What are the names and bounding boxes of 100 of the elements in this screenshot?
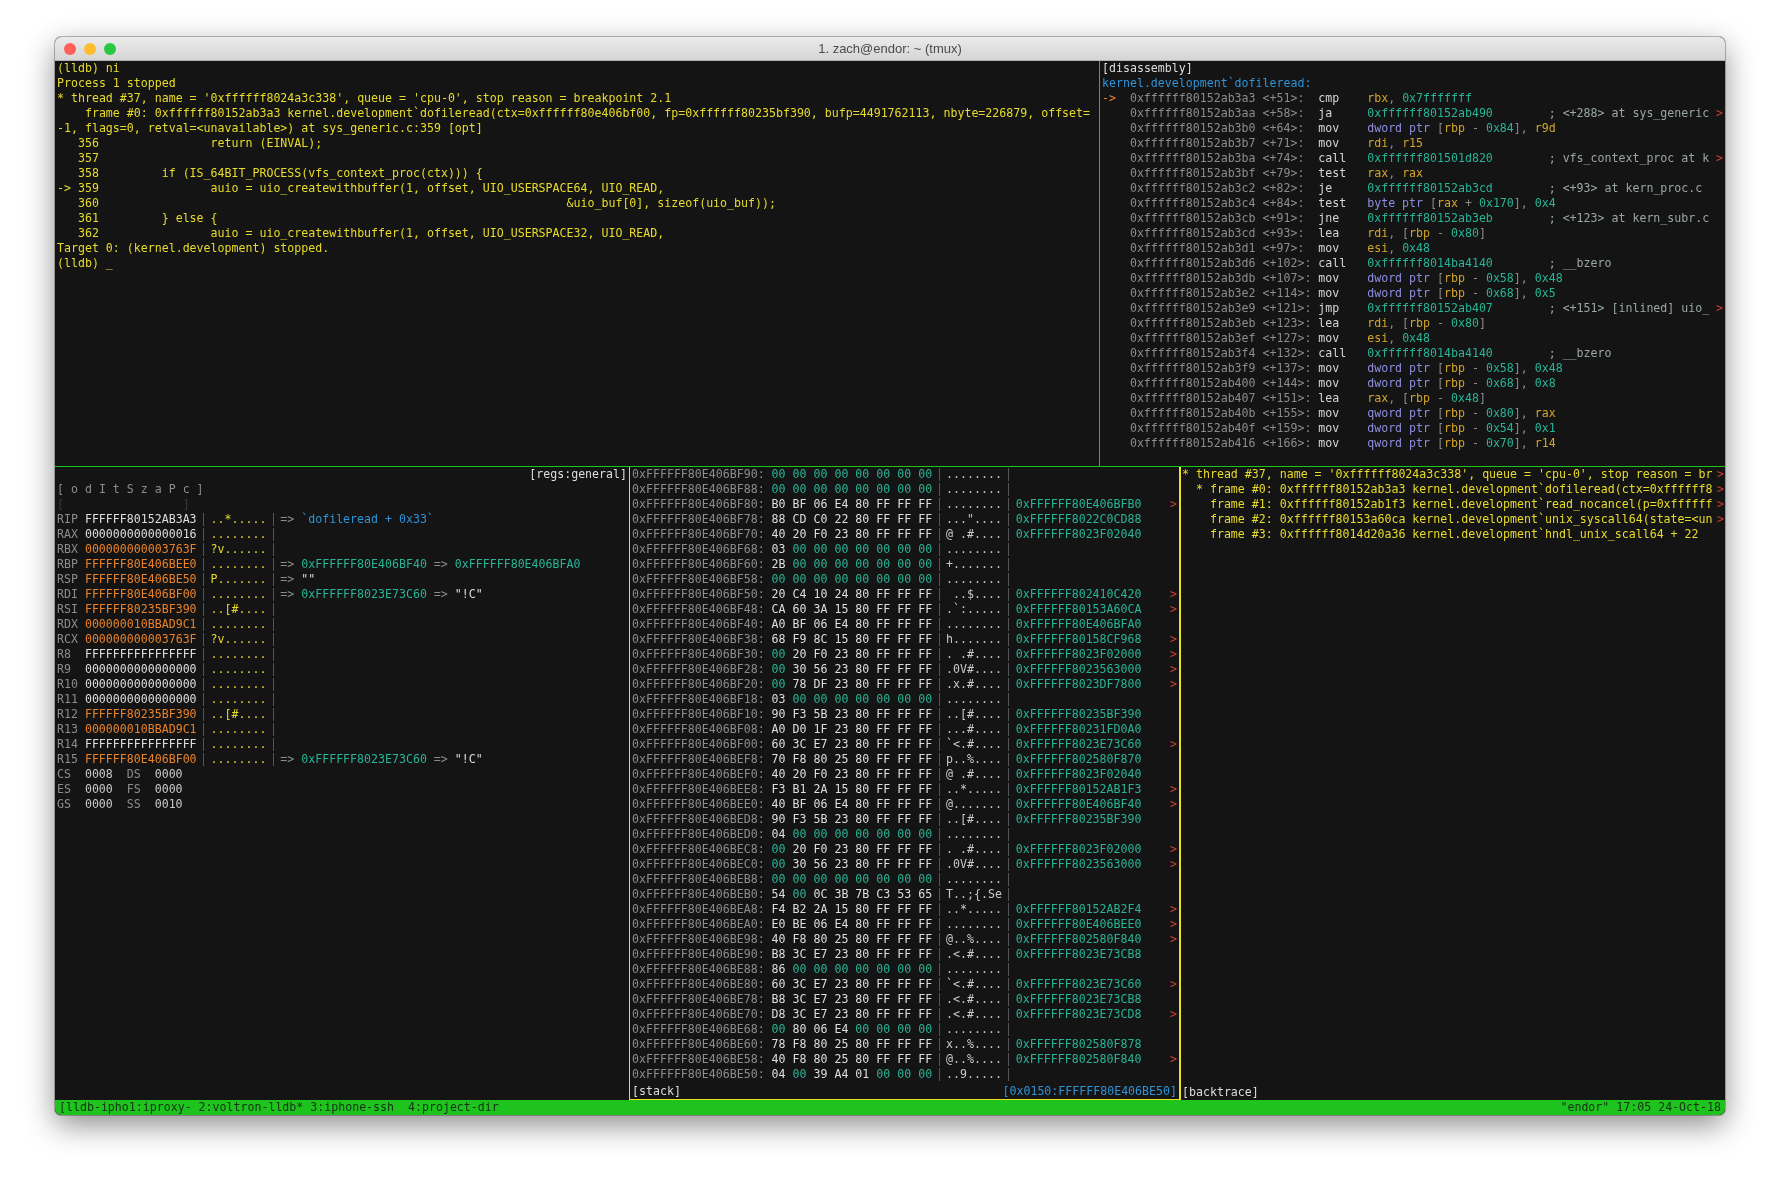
register-name: SS <box>126 797 142 812</box>
ascii-text: .<.#.... <box>946 1007 1002 1022</box>
register-name: RSI <box>57 602 79 617</box>
ascii-text: ?v...... <box>210 632 267 647</box>
operands: rdi, r15 <box>1367 136 1425 151</box>
register-value: 0010 <box>154 797 183 812</box>
memory-address: 0xFFFFFF80E406BEA0: <box>632 917 766 932</box>
comment: ; __bzero <box>1548 256 1612 271</box>
flags-line: [ o d I t S z a P c ] <box>57 482 205 497</box>
comment: ; __bzero <box>1548 346 1612 361</box>
zoom-button[interactable] <box>104 42 116 55</box>
minimize-button[interactable] <box>84 42 96 55</box>
pointer-value: 0xFFFFFF8023F02040 <box>1015 767 1142 782</box>
instruction-address: 0xffffff80152ab3b0 <box>1129 121 1257 136</box>
hex-bytes: 90 F3 5B 23 80 FF FF FF <box>771 812 933 827</box>
mnemonic: mov <box>1318 136 1341 151</box>
operands: esi, 0x48 <box>1367 241 1432 256</box>
pointer-value: 0xFFFFFF8023F02000 <box>1015 842 1142 857</box>
hex-bytes: 70 F8 80 25 80 FF FF FF <box>771 752 933 767</box>
console-line: 360 &uio_buf[0], sizeof(uio_buf)); <box>76 196 777 211</box>
comment: ; <+123> at kern_subr.c <box>1548 211 1710 226</box>
pointer-value: 0xFFFFFF80E406BFA0 <box>1015 617 1142 632</box>
hex-bytes: 20 C4 10 24 80 FF FF FF <box>771 587 933 602</box>
ascii-text: .`:..... <box>946 602 1002 617</box>
pointer-value: 0xFFFFFF80E406BEE0 <box>1015 917 1142 932</box>
instruction-address: 0xffffff80152ab3cb <box>1129 211 1257 226</box>
memory-address: 0xFFFFFF80E406BF18: <box>632 692 766 707</box>
ascii-text: ........ <box>946 1022 1002 1037</box>
pointer-value: 0xFFFFFF802410C420 <box>1015 587 1142 602</box>
register-name: DS <box>126 767 142 782</box>
overflow-marker: > <box>1170 602 1177 617</box>
memory-address: 0xFFFFFF80E406BF88: <box>632 482 766 497</box>
ascii-text: +....... <box>946 557 1002 572</box>
register-value: 000000000003763F <box>84 632 197 647</box>
memory-address: 0xFFFFFF80E406BF48: <box>632 602 766 617</box>
ascii-text: ........ <box>946 467 1002 482</box>
close-button[interactable] <box>64 42 76 55</box>
function-name: kernel.development`dofileread: <box>1102 76 1313 91</box>
mnemonic: test <box>1318 166 1348 181</box>
pointer-value: 0xFFFFFF8023F02000 <box>1015 647 1142 662</box>
register-value: 0000 <box>154 767 183 782</box>
ascii-text: ........ <box>210 557 267 572</box>
operands: 0xffffff80152ab407 <box>1367 301 1494 316</box>
instruction-address: 0xffffff80152ab40b <box>1129 406 1257 421</box>
register-name: RBX <box>57 542 79 557</box>
hex-bytes: D8 3C E7 23 80 FF FF FF <box>771 1007 933 1022</box>
register-value: 0000 <box>154 782 183 797</box>
memory-address: 0xFFFFFF80E406BE88: <box>632 962 766 977</box>
ascii-text: ........ <box>210 677 267 692</box>
comment: ; vfs_context_proc at k <box>1548 151 1710 166</box>
overflow-marker: > <box>1170 737 1177 752</box>
register-name: RAX <box>57 527 79 542</box>
instruction-address: 0xffffff80152ab3e9 <box>1129 301 1257 316</box>
register-name: R14 <box>57 737 79 752</box>
register-name: ES <box>57 782 72 797</box>
ascii-text: ..[#.... <box>210 707 267 722</box>
ascii-text: ........ <box>946 872 1002 887</box>
instruction-address: 0xffffff80152ab3db <box>1129 271 1257 286</box>
pointer-value: 0xFFFFFF8023E73CB8 <box>1015 947 1142 962</box>
instruction-address: 0xffffff80152ab3eb <box>1129 316 1257 331</box>
comment: ; <+288> at sys_generic <box>1548 106 1710 121</box>
ascii-text: .x.#.... <box>946 677 1002 692</box>
instruction-offset: <+93>: <box>1262 226 1306 241</box>
console-line: -> 359 auio = uio_createwithbuffer(1, offset, UIO_USERSPACE64, UIO_READ, <box>57 181 666 196</box>
memory-address: 0xFFFFFF80E406BF00: <box>632 737 766 752</box>
ascii-text: ........ <box>210 692 267 707</box>
tmux-window-list: [lldb-ipho1:iproxy- 2:voltron-lldb* 3:iphone-ssh 4:project-dir <box>59 1100 499 1115</box>
hex-bytes: 2B 00 00 00 00 00 00 00 <box>771 557 933 572</box>
console-line: 361 } else { <box>76 211 219 226</box>
mnemonic: mov <box>1318 376 1341 391</box>
memory-address: 0xFFFFFF80E406BEF8: <box>632 752 766 767</box>
memory-address: 0xFFFFFF80E406BEC8: <box>632 842 766 857</box>
memory-address: 0xFFFFFF80E406BEC0: <box>632 857 766 872</box>
instruction-address: 0xffffff80152ab3f4 <box>1129 346 1257 361</box>
hex-bytes: 40 20 F0 23 80 FF FF FF <box>771 527 933 542</box>
hex-bytes: 88 CD C0 22 80 FF FF FF <box>771 512 933 527</box>
memory-address: 0xFFFFFF80E406BE68: <box>632 1022 766 1037</box>
overflow-marker: > <box>1170 917 1177 932</box>
register-value: FFFFFF80152AB3A3 <box>84 512 197 527</box>
pointer-value: 0xFFFFFF8023E73CB8 <box>1015 992 1142 1007</box>
hex-bytes: B8 3C E7 23 80 FF FF FF <box>771 992 933 1007</box>
console-line: Process 1 stopped <box>57 76 177 91</box>
overflow-marker: > <box>1716 151 1723 166</box>
backtrace-line: * thread #37, name = '0xffffff8024a3c338', queue = 'cpu-0', stop reason = br <box>1182 467 1713 482</box>
operands: rax, [rbp - 0x48] <box>1367 391 1487 406</box>
overflow-marker: > <box>1170 797 1177 812</box>
overflow-marker: > <box>1170 632 1177 647</box>
instruction-address: 0xffffff80152ab3b7 <box>1129 136 1257 151</box>
instruction-address: 0xffffff80152ab407 <box>1129 391 1257 406</box>
pointer-chain: => 0xFFFFFF8023E73C60 => "!C" <box>280 587 483 602</box>
overflow-marker: > <box>1717 497 1724 512</box>
overflow-marker: > <box>1716 106 1723 121</box>
memory-address: 0xFFFFFF80E406BE80: <box>632 977 766 992</box>
hex-bytes: 54 00 0C 3B 7B C3 53 65 <box>771 887 933 902</box>
ascii-text: ..[#.... <box>210 602 267 617</box>
instruction-address: 0xffffff80152ab400 <box>1129 376 1257 391</box>
comment: ; <+151> [inlined] uio_ <box>1548 301 1710 316</box>
hex-bytes: 00 00 00 00 00 00 00 00 <box>771 467 933 482</box>
hex-bytes: 04 00 00 00 00 00 00 00 <box>771 827 933 842</box>
stack-position: [0x0150:FFFFFF80E406BE50] <box>1002 1084 1177 1099</box>
